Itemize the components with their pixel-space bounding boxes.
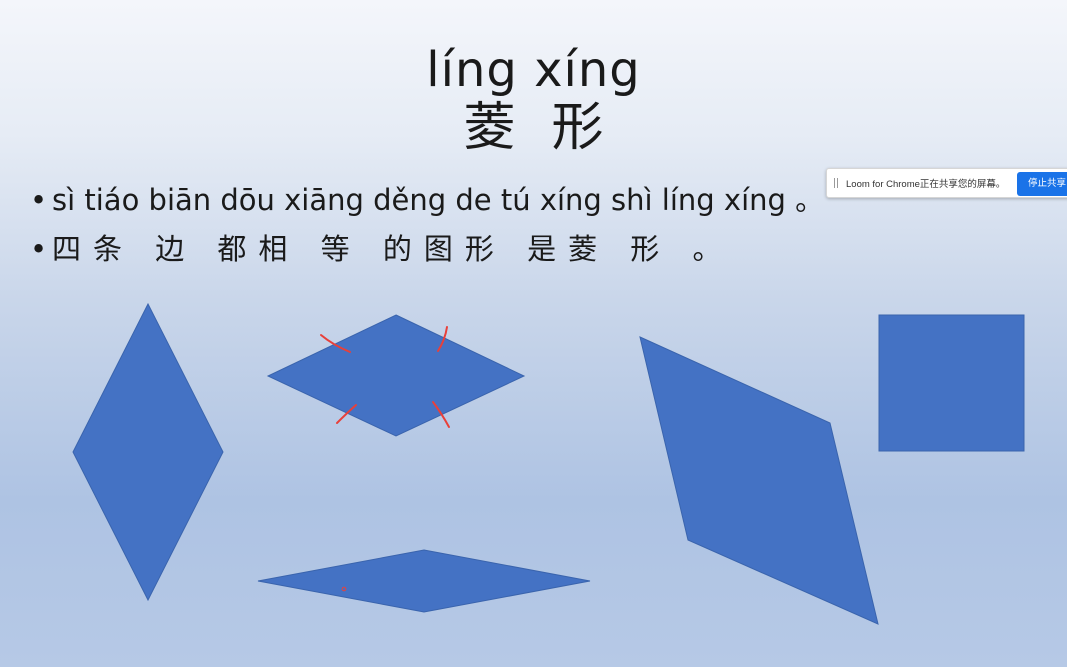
stop-sharing-button[interactable]: 停止共享 (1017, 172, 1067, 196)
square-shape (878, 314, 1025, 452)
slanted-rhombus-shape (639, 336, 879, 625)
wide-rhombus-shape (266, 314, 526, 437)
tall-rhombus-shape (72, 302, 224, 602)
flat-rhombus-shape (257, 549, 591, 613)
shapes-canvas (72, 302, 1025, 625)
drag-handle-icon[interactable] (834, 178, 838, 188)
loom-sharing-bar: Loom for Chrome正在共享您的屏幕。 停止共享 (826, 168, 1067, 198)
presentation-slide: líng xíng 菱形 • sì tiáo biān dōu xiāng děn… (0, 0, 1067, 667)
